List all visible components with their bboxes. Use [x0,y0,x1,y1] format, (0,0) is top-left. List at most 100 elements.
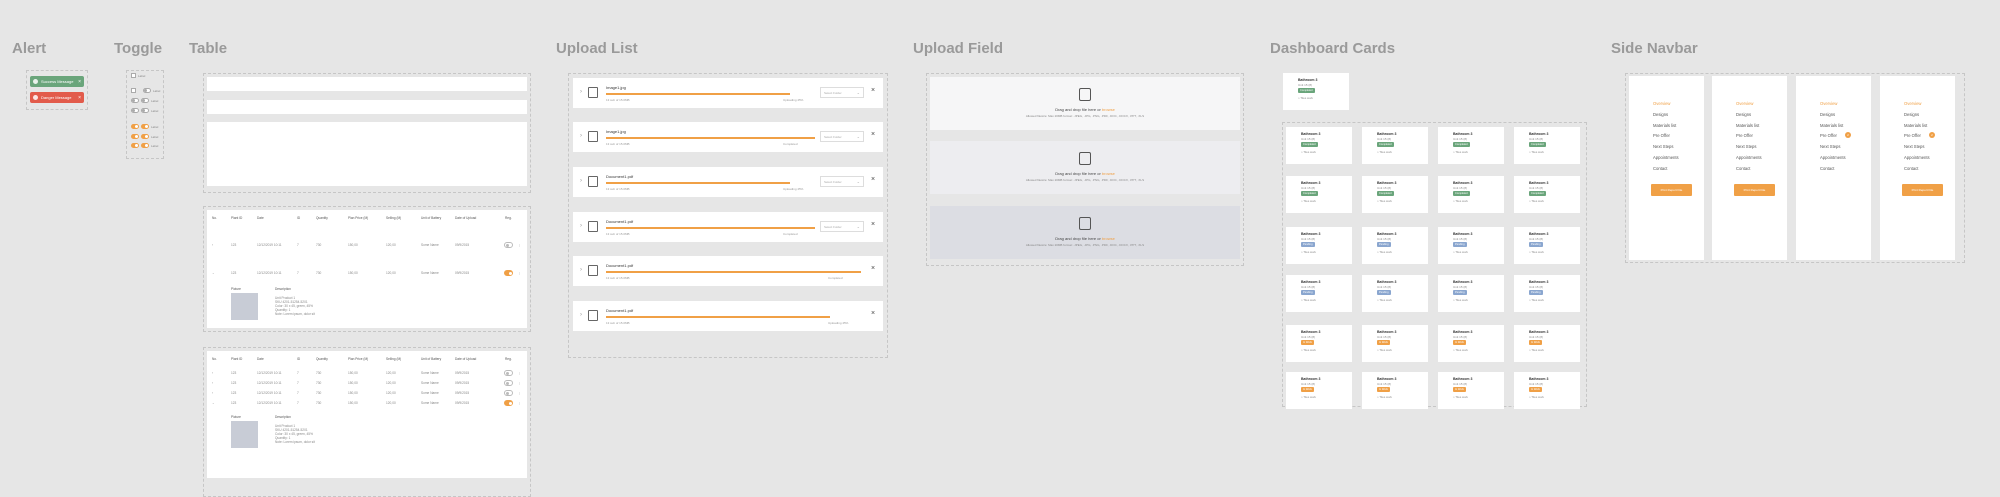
row-collapse-icon[interactable]: ⌄ [212,401,215,405]
print-report-button[interactable]: Print Report File [1651,184,1692,196]
nav-item[interactable]: Contact [1653,166,1667,171]
dashboard-card[interactable]: Bathroom 3 Unit 15 (8) Pending ⌂ Tiles work [1286,227,1352,264]
chevron-right-icon[interactable]: › [580,133,582,139]
dashboard-card[interactable]: Bathroom 3 Unit 15 (8) In Work ⌂ Tiles work [1286,325,1352,362]
folder-select[interactable]: Select Folder ⌄ [820,176,864,187]
dashboard-card[interactable]: Bathroom 3 Unit 15 (8) Pending ⌂ Tiles work [1514,275,1580,312]
row-expand-icon[interactable]: › [212,381,213,385]
dashboard-card[interactable]: Bathroom 3 Unit 15 (8) In Work ⌂ Tiles work [1514,372,1580,409]
dashboard-card[interactable]: Bathroom 3 Unit 15 (8) Completed ⌂ Tiles wo… [1286,127,1352,164]
toggle-switch-on[interactable] [131,143,139,148]
switch-row[interactable]: Label [131,98,158,103]
close-icon[interactable]: × [871,221,875,228]
nav-item[interactable]: Designs [1653,112,1668,117]
nav-item[interactable]: Materials list [1904,123,1927,128]
toggle-switch[interactable] [141,108,149,113]
switch-row[interactable]: Label [131,143,158,148]
dashboard-card[interactable]: Bathroom 3 Unit 15 (8) In Work ⌂ Tiles work [1362,325,1428,362]
browse-link[interactable]: browse [1102,171,1115,176]
more-icon[interactable]: ⋮ [518,371,521,375]
close-icon[interactable]: × [871,87,875,94]
nav-item[interactable]: Contact [1820,166,1834,171]
dashboard-card[interactable]: Bathroom 3 Unit 15 (8) Completed ⌂ Tiles wo… [1438,176,1504,213]
nav-item[interactable]: Designs [1736,112,1751,117]
dashboard-card[interactable]: Bathroom 3 Unit 15 (8) Pending ⌂ Tiles work [1286,275,1352,312]
nav-item[interactable]: Materials list [1736,123,1759,128]
nav-item[interactable]: Pre Offer [1904,133,1921,138]
close-icon[interactable]: × [871,265,875,272]
dashboard-card[interactable]: Bathroom 3 Unit 15 (8) In Work ⌂ Tiles work [1438,372,1504,409]
dashboard-card[interactable]: Bathroom 3 Unit 15 (8) In Work ⌂ Tiles work [1438,325,1504,362]
nav-item[interactable]: Next Steps [1904,144,1924,149]
upload-dropzone[interactable]: Drag and drop file here or browse Allowe… [930,77,1240,130]
nav-item[interactable]: Designs [1820,112,1835,117]
dashboard-card[interactable]: Bathroom 3 Unit 15 (8) Completed ⌂ Tiles wo… [1286,176,1352,213]
dashboard-card[interactable]: Bathroom 3 Unit 15 (8) Completed ⌂ Tiles wo… [1438,127,1504,164]
row-toggle-on[interactable] [504,270,513,276]
close-icon[interactable]: × [871,176,875,183]
browse-link[interactable]: browse [1102,107,1115,112]
folder-select[interactable]: Select Folder ⌄ [820,221,864,232]
nav-item[interactable]: Contact [1904,166,1918,171]
chevron-right-icon[interactable]: › [580,223,582,229]
nav-item[interactable]: Pre Offer [1820,133,1837,138]
dashboard-card[interactable]: Bathroom 3 Unit 15 (8) In Work ⌂ Tiles work [1514,325,1580,362]
close-icon[interactable]: × [871,131,875,138]
upload-dropzone-active[interactable]: Drag and drop file here or browse Allowe… [930,206,1240,259]
row-toggle[interactable] [504,390,513,396]
dashboard-card[interactable]: Bathroom 3 Unit 15 (8) Completed ⌂ Tiles wo… [1514,127,1580,164]
row-toggle[interactable] [504,380,513,386]
nav-item[interactable]: Designs [1904,112,1919,117]
nav-item[interactable]: Materials list [1653,123,1676,128]
nav-item[interactable]: Appointments [1653,155,1679,160]
close-icon[interactable]: × [871,310,875,317]
nav-item[interactable]: Overview [1904,101,1921,106]
nav-item[interactable]: Pre Offer [1653,133,1670,138]
toggle-switch-on[interactable] [141,134,149,139]
nav-item[interactable]: Overview [1736,101,1753,106]
nav-item[interactable]: Next Steps [1820,144,1840,149]
folder-select[interactable]: Select Folder ⌄ [820,87,864,98]
nav-item[interactable]: Appointments [1904,155,1930,160]
toggle-switch-on[interactable] [141,143,149,148]
nav-item[interactable]: Contact [1736,166,1750,171]
checkbox-row[interactable]: Label [131,73,145,78]
checkbox[interactable] [131,88,136,93]
row-toggle-on[interactable] [504,400,513,406]
row-expand-icon[interactable]: › [212,391,213,395]
dashboard-card[interactable]: Bathroom 3 Unit 15 (8) Pending ⌂ Tiles work [1362,275,1428,312]
toggle-switch-on[interactable] [131,134,139,139]
row-toggle[interactable] [504,242,513,248]
nav-item[interactable]: Next Steps [1653,144,1673,149]
row-collapse-icon[interactable]: ⌄ [212,271,215,275]
chevron-right-icon[interactable]: › [580,312,582,318]
more-icon[interactable]: ⋮ [518,391,521,395]
dashboard-card[interactable]: Bathroom 3 Unit 15 (8) Completed ⌂ Tiles wo… [1362,127,1428,164]
dashboard-card[interactable]: Bathroom 3 Unit 15 (8) Pending ⌂ Tiles work [1514,227,1580,264]
folder-select[interactable]: Select Folder ⌄ [820,131,864,142]
dashboard-card[interactable]: Bathroom 3 Unit 15 (8) Completed ⌂ Tiles wo… [1362,176,1428,213]
switch-row[interactable]: Label [131,134,158,139]
print-report-button[interactable]: Print Report File [1734,184,1775,196]
toggle-switch[interactable] [131,108,139,113]
row-toggle[interactable] [504,370,513,376]
nav-item[interactable]: Overview [1820,101,1837,106]
chevron-right-icon[interactable]: › [580,178,582,184]
nav-item[interactable]: Appointments [1736,155,1762,160]
dashboard-card[interactable]: Bathroom 3 Unit 15 (8) Pending ⌂ Tiles work [1438,227,1504,264]
toggle-switch-on[interactable] [131,124,139,129]
switch-row[interactable]: Label [131,108,158,113]
nav-item[interactable]: Overview [1653,101,1670,106]
print-report-button[interactable]: Print Report File [1902,184,1943,196]
dashboard-card[interactable]: Bathroom 3 Unit 15 (8) In Work ⌂ Tiles work [1286,372,1352,409]
row-expand-icon[interactable]: › [212,371,213,375]
dashboard-card[interactable]: Bathroom 3 Unit 15 (8) Pending ⌂ Tiles work [1362,227,1428,264]
switch-row[interactable]: Label [131,88,160,93]
upload-dropzone-hover[interactable]: Drag and drop file here or browse Allowe… [930,141,1240,194]
close-icon[interactable]: × [78,95,81,101]
more-icon[interactable]: ⋮ [518,381,521,385]
toggle-switch[interactable] [141,98,149,103]
row-expand-icon[interactable]: › [212,243,213,247]
toggle-switch[interactable] [131,98,139,103]
dashboard-card[interactable]: Bathroom 3 Unit 15 (8) In Work ⌂ Tiles work [1362,372,1428,409]
